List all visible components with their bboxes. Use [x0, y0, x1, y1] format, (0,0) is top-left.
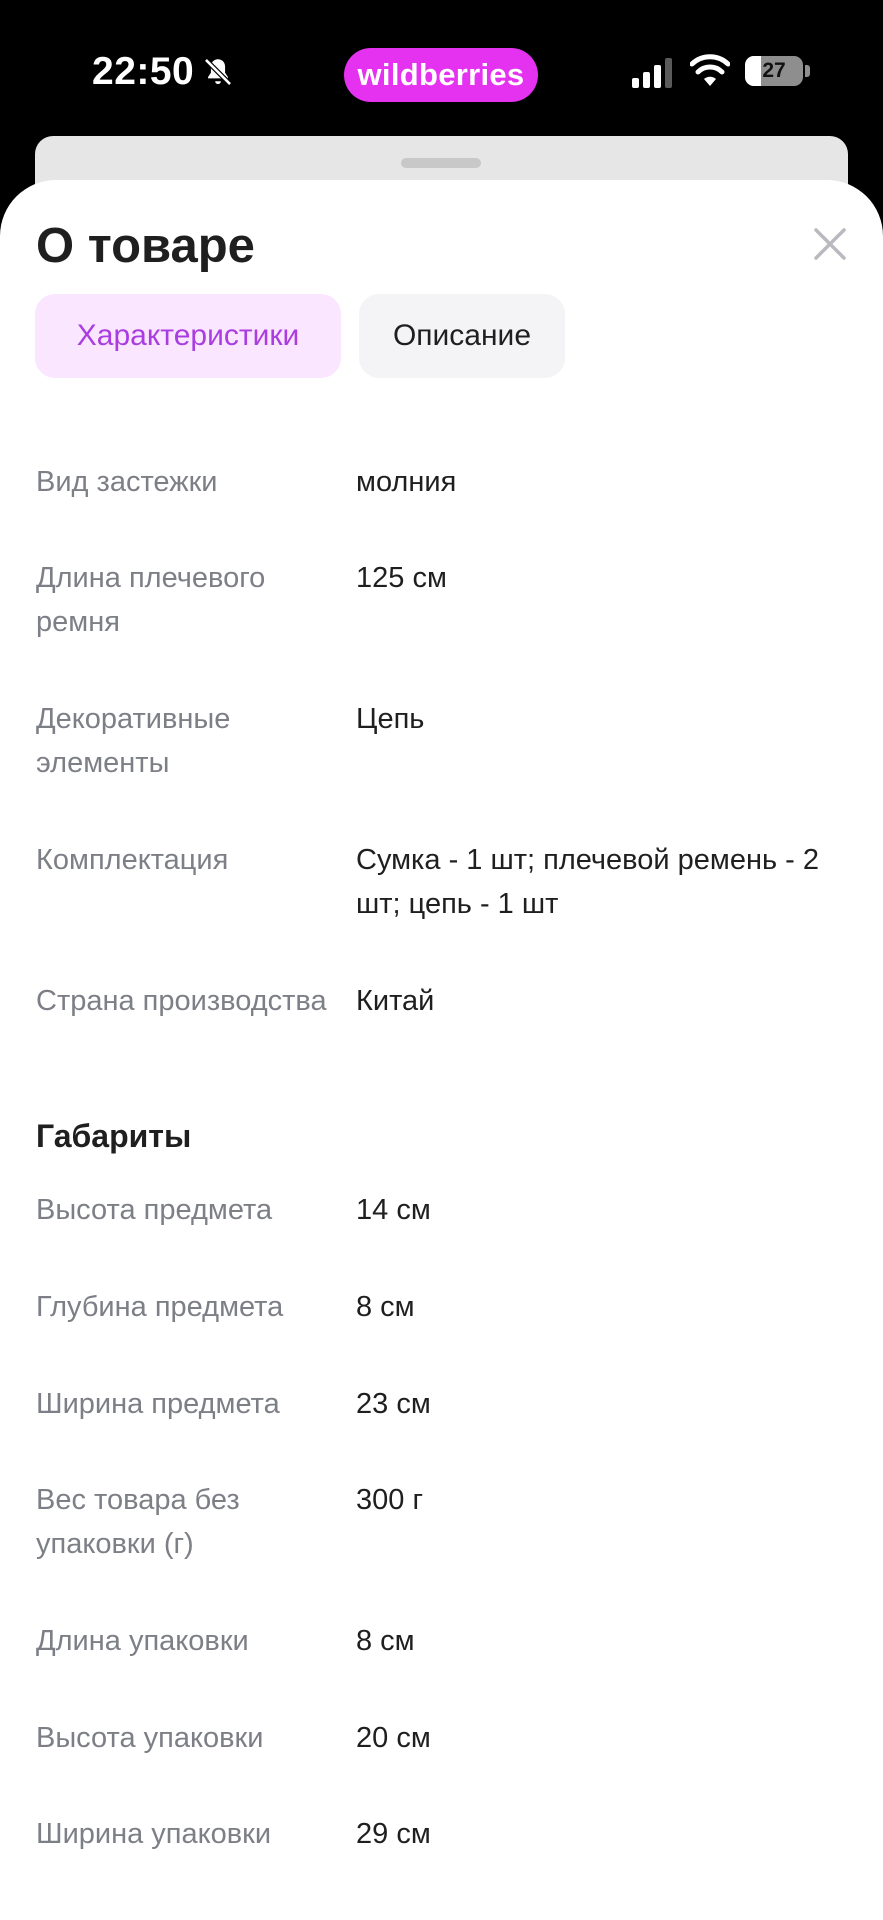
section-title-dimensions: Габариты	[36, 1118, 192, 1154]
wifi-icon	[690, 54, 730, 86]
battery-cap	[805, 65, 810, 77]
battery-level	[745, 56, 761, 86]
sheet-title: О товаре	[36, 219, 255, 273]
bell-muted-icon	[204, 58, 232, 86]
cellular-signal-icon	[632, 58, 672, 88]
spec-value: Сумка - 1 шт; плечевой ремень - 2 шт; це…	[356, 844, 819, 920]
spec-label: Глубина предмета	[36, 1291, 284, 1323]
spec-value: 125 см	[356, 562, 447, 594]
spec-value: молния	[356, 466, 457, 498]
spec-label: Длина упаковки	[36, 1625, 249, 1657]
spec-value: 29 см	[356, 1818, 431, 1850]
spec-label: Комплектация	[36, 844, 229, 876]
spec-label: Вес товара без упаковки (г)	[36, 1484, 240, 1560]
spec-label: Длина плечевого ремня	[36, 562, 266, 638]
status-time: 22:50	[92, 50, 195, 93]
wildberries-badge[interactable]: wildberries	[344, 48, 538, 102]
spec-label: Ширина упаковки	[36, 1818, 272, 1850]
tab-characteristics[interactable]: Характеристики	[35, 294, 341, 378]
spec-label: Высота предмета	[36, 1194, 273, 1226]
tab-description[interactable]: Описание	[359, 294, 565, 378]
spec-value: 14 см	[356, 1194, 431, 1226]
spec-value: 23 см	[356, 1388, 431, 1420]
spec-label: Вид застежки	[36, 466, 218, 498]
close-icon[interactable]	[810, 224, 850, 264]
spec-value: Китай	[356, 985, 435, 1017]
status-bar: 22:50 wildberries 27	[0, 0, 883, 140]
spec-value: 8 см	[356, 1291, 415, 1323]
spec-value: Цепь	[356, 703, 425, 735]
spec-value: 20 см	[356, 1722, 431, 1754]
spec-value: 300 г	[356, 1484, 424, 1516]
spec-label: Ширина предмета	[36, 1388, 280, 1420]
spec-label: Декоративные элементы	[36, 703, 231, 779]
spec-label: Страна производства	[36, 985, 327, 1017]
battery-indicator: 27	[745, 56, 803, 86]
spec-label: Высота упаковки	[36, 1722, 264, 1754]
spec-value: 8 см	[356, 1625, 415, 1657]
product-info-sheet: О товаре Характеристики Описание Вид зас…	[0, 180, 883, 1920]
battery-percentage: 27	[762, 59, 786, 82]
sheet-grabber[interactable]	[401, 158, 481, 168]
